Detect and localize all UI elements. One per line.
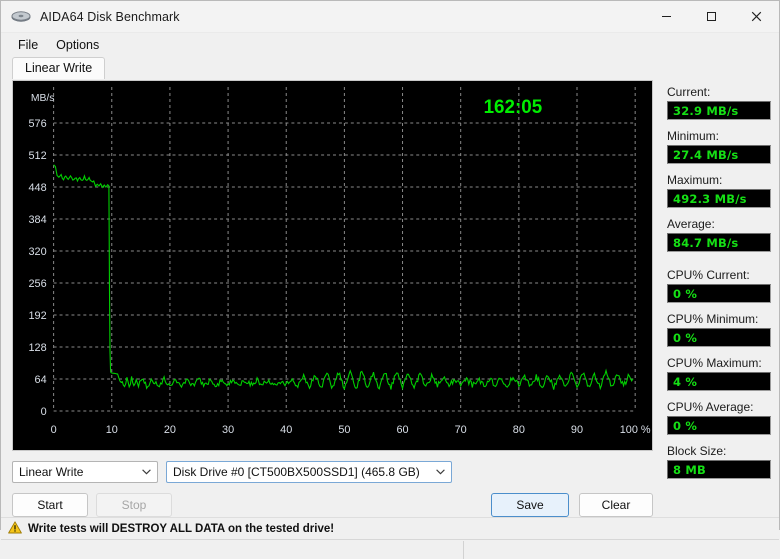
stat-label: Block Size: [667, 444, 727, 458]
x-axis-tick-label: 20 [164, 424, 176, 436]
status-segment-left [1, 540, 464, 559]
window-controls [644, 1, 779, 32]
y-axis-caption: MB/s [31, 93, 55, 104]
stats-spacer [667, 261, 771, 268]
selector-row: Linear Write Disk Drive #0 [CT500BX500SS… [12, 461, 653, 483]
stat-value: 0 % [667, 284, 771, 303]
chevron-down-icon [431, 469, 449, 475]
title-bar: AIDA64 Disk Benchmark [1, 1, 779, 33]
y-axis-tick-label: 192 [29, 310, 47, 322]
main-body: 0 64 128 192 256 320 384 448 512 576 0 10 20 30 40 50 6… [1, 79, 779, 517]
x-axis-tick-label: 100 % [620, 424, 651, 436]
stat-label: CPU% Minimum: [667, 312, 759, 326]
chart-canvas: 0 64 128 192 256 320 384 448 512 576 0 10 20 30 40 50 6… [13, 81, 652, 450]
drive-select-value: Disk Drive #0 [CT500BX500SSD1] (465.8 GB… [173, 465, 420, 479]
y-axis-tick-label: 128 [29, 342, 47, 354]
disk-platter-icon [10, 8, 32, 26]
menu-bar: File Options [1, 33, 779, 57]
stat-value: 8 MB [667, 460, 771, 479]
x-axis-tick-label: 0 [51, 424, 57, 436]
y-axis-tick-label: 512 [29, 150, 47, 162]
drive-select[interactable]: Disk Drive #0 [CT500BX500SSD1] (465.8 GB… [166, 461, 452, 483]
start-button[interactable]: Start [12, 493, 88, 517]
tab-strip: Linear Write [1, 57, 779, 79]
y-axis-tick-label: 448 [29, 182, 47, 194]
stat-label: Average: [667, 217, 715, 231]
stat-value: 4 % [667, 372, 771, 391]
chevron-down-icon [137, 469, 155, 475]
benchmark-chart: 0 64 128 192 256 320 384 448 512 576 0 10 20 30 40 50 6… [12, 80, 653, 451]
status-bar [1, 539, 779, 559]
x-axis-tick-label: 10 [106, 424, 118, 436]
statistics-pane: Current: 32.9 MB/s Minimum: 27.4 MB/s Maximu… [659, 79, 779, 517]
stat-value: 32.9 MB/s [667, 101, 771, 120]
maximize-button[interactable] [689, 1, 734, 32]
x-axis-tick-label: 30 [222, 424, 234, 436]
save-button[interactable]: Save [491, 493, 569, 517]
tab-linear-write[interactable]: Linear Write [12, 57, 106, 79]
close-button[interactable] [734, 1, 779, 32]
benchmark-mode-value: Linear Write [19, 465, 84, 479]
window-title: AIDA64 Disk Benchmark [40, 9, 180, 24]
warning-triangle-icon [8, 520, 22, 537]
minimize-button[interactable] [644, 1, 689, 32]
stat-value: 0 % [667, 328, 771, 347]
x-axis-tick-label: 60 [396, 424, 408, 436]
stat-label: CPU% Maximum: [667, 356, 762, 370]
aida64-disk-benchmark-window: AIDA64 Disk Benchmark File Options Linea… [0, 0, 780, 559]
stat-value: 492.3 MB/s [667, 189, 771, 208]
y-axis-tick-label: 576 [29, 118, 47, 130]
stat-value: 0 % [667, 416, 771, 435]
menu-item-file[interactable]: File [9, 35, 47, 55]
menu-item-options[interactable]: Options [47, 35, 108, 55]
stat-value: 84.7 MB/s [667, 233, 771, 252]
y-axis-tick-label: 64 [35, 374, 47, 386]
stat-label: CPU% Current: [667, 268, 750, 282]
benchmark-mode-select[interactable]: Linear Write [12, 461, 158, 483]
stat-label: CPU% Average: [667, 400, 754, 414]
x-axis-tick-label: 70 [455, 424, 467, 436]
y-axis-tick-label: 320 [29, 246, 47, 258]
y-axis-tick-label: 0 [41, 406, 47, 418]
x-axis-tick-label: 90 [571, 424, 583, 436]
stat-label: Current: [667, 85, 711, 99]
status-segment-right [464, 541, 779, 559]
elapsed-timer: 162:05 [484, 97, 543, 118]
warning-bar: Write tests will DESTROY ALL DATA on the… [1, 517, 779, 539]
warning-text: Write tests will DESTROY ALL DATA on the… [28, 522, 335, 535]
x-axis-tick-label: 80 [513, 424, 525, 436]
stat-label: Maximum: [667, 173, 723, 187]
controls-area: Linear Write Disk Drive #0 [CT500BX500SS… [1, 451, 659, 517]
button-row: Start Stop Save Clear [12, 493, 653, 517]
y-axis-tick-label: 256 [29, 278, 47, 290]
x-axis-tick-label: 50 [338, 424, 350, 436]
y-axis-tick-label: 384 [29, 214, 47, 226]
x-axis-tick-label: 40 [280, 424, 292, 436]
clear-button[interactable]: Clear [579, 493, 653, 517]
chart-and-controls-pane: 0 64 128 192 256 320 384 448 512 576 0 10 20 30 40 50 6… [1, 79, 659, 517]
stop-button: Stop [96, 493, 172, 517]
stat-label: Minimum: [667, 129, 720, 143]
stat-value: 27.4 MB/s [667, 145, 771, 164]
